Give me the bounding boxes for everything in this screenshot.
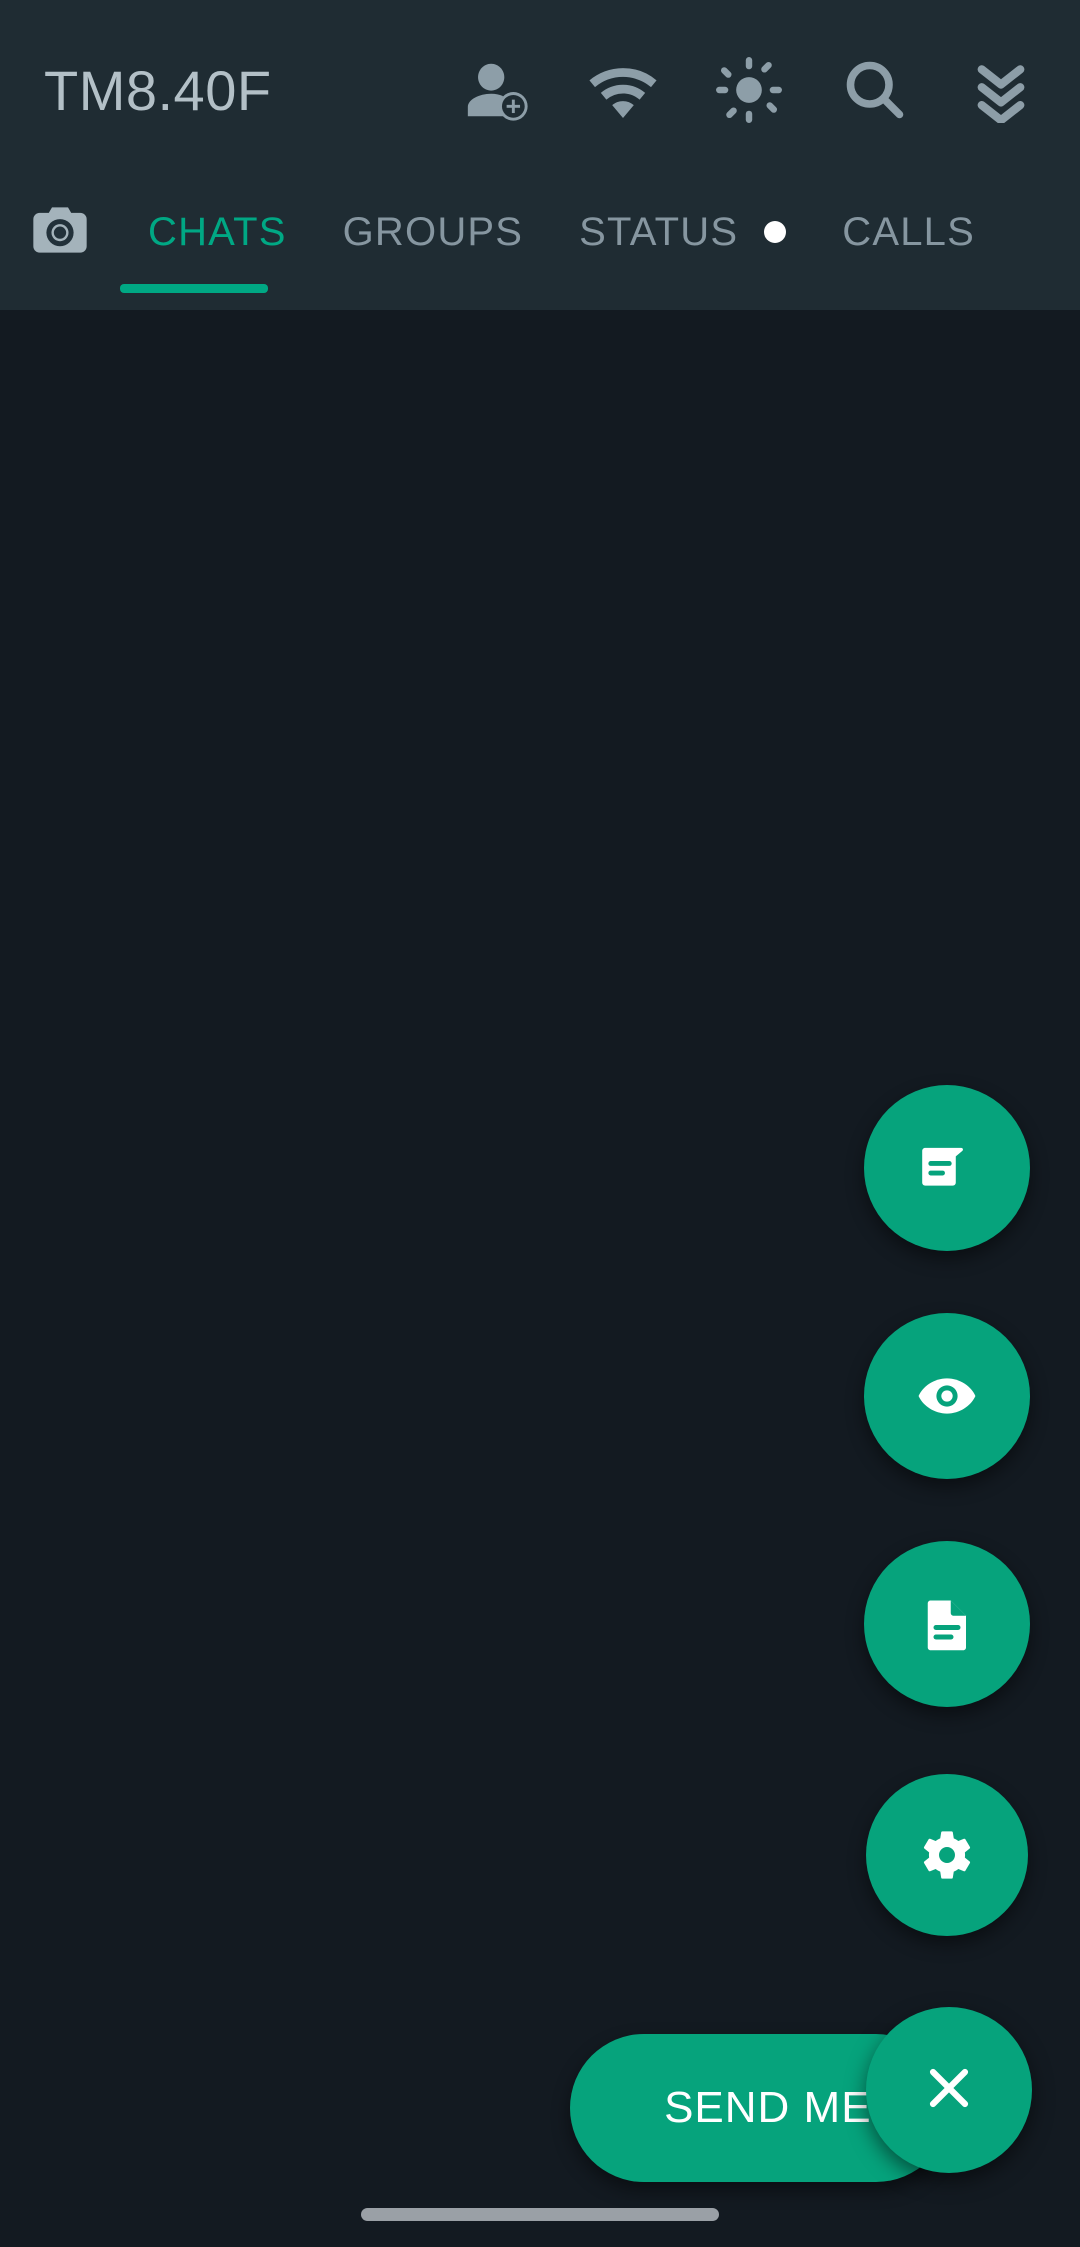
wifi-button[interactable] — [560, 27, 686, 153]
add-contact-button[interactable] — [434, 27, 560, 153]
send-message-label: SEND MES — [664, 2083, 902, 2132]
double-chevron-down-icon — [968, 57, 1034, 123]
tab-camera[interactable] — [0, 180, 120, 284]
tab-groups[interactable]: GROUPS — [315, 180, 552, 284]
app-bar: TM8.40F CHATS GROUPS STATUS CALLS — [0, 0, 1080, 310]
top-bar: TM8.40F — [0, 0, 1080, 180]
brightness-button[interactable] — [686, 27, 812, 153]
fab-view[interactable] — [864, 1313, 1030, 1479]
tab-status[interactable]: STATUS — [551, 180, 814, 284]
active-tab-indicator — [120, 284, 268, 293]
brightness-icon — [714, 55, 784, 125]
tab-chats-label: CHATS — [148, 209, 287, 254]
tab-groups-label: GROUPS — [342, 209, 524, 254]
gear-icon — [918, 1826, 976, 1884]
chat-list-area — [0, 310, 1080, 2247]
camera-icon — [28, 198, 92, 267]
eye-icon — [916, 1365, 978, 1427]
status-badge — [764, 221, 787, 243]
wifi-icon — [588, 55, 658, 125]
tab-status-label: STATUS — [579, 209, 739, 254]
tab-bar: CHATS GROUPS STATUS CALLS — [0, 180, 1080, 310]
system-gesture-bar[interactable] — [361, 2208, 719, 2221]
tab-calls-label: CALLS — [842, 209, 975, 254]
top-bar-actions — [434, 27, 1080, 153]
close-icon — [920, 2059, 978, 2122]
more-options-button[interactable] — [938, 27, 1064, 153]
fab-close-menu[interactable] — [866, 2007, 1032, 2173]
tab-chats[interactable]: CHATS — [120, 180, 315, 284]
add-contact-icon — [462, 55, 532, 125]
page-title: TM8.40F — [44, 58, 272, 122]
document-icon — [917, 1594, 977, 1654]
fab-new-message[interactable] — [864, 1085, 1030, 1251]
fab-document[interactable] — [864, 1541, 1030, 1707]
app-screen: TM8.40F CHATS GROUPS STATUS CALLS SEND M… — [0, 0, 1080, 2247]
search-button[interactable] — [812, 27, 938, 153]
fab-settings[interactable] — [866, 1774, 1028, 1936]
search-icon — [840, 55, 910, 125]
message-icon — [916, 1137, 978, 1199]
tab-calls[interactable]: CALLS — [814, 180, 1003, 284]
